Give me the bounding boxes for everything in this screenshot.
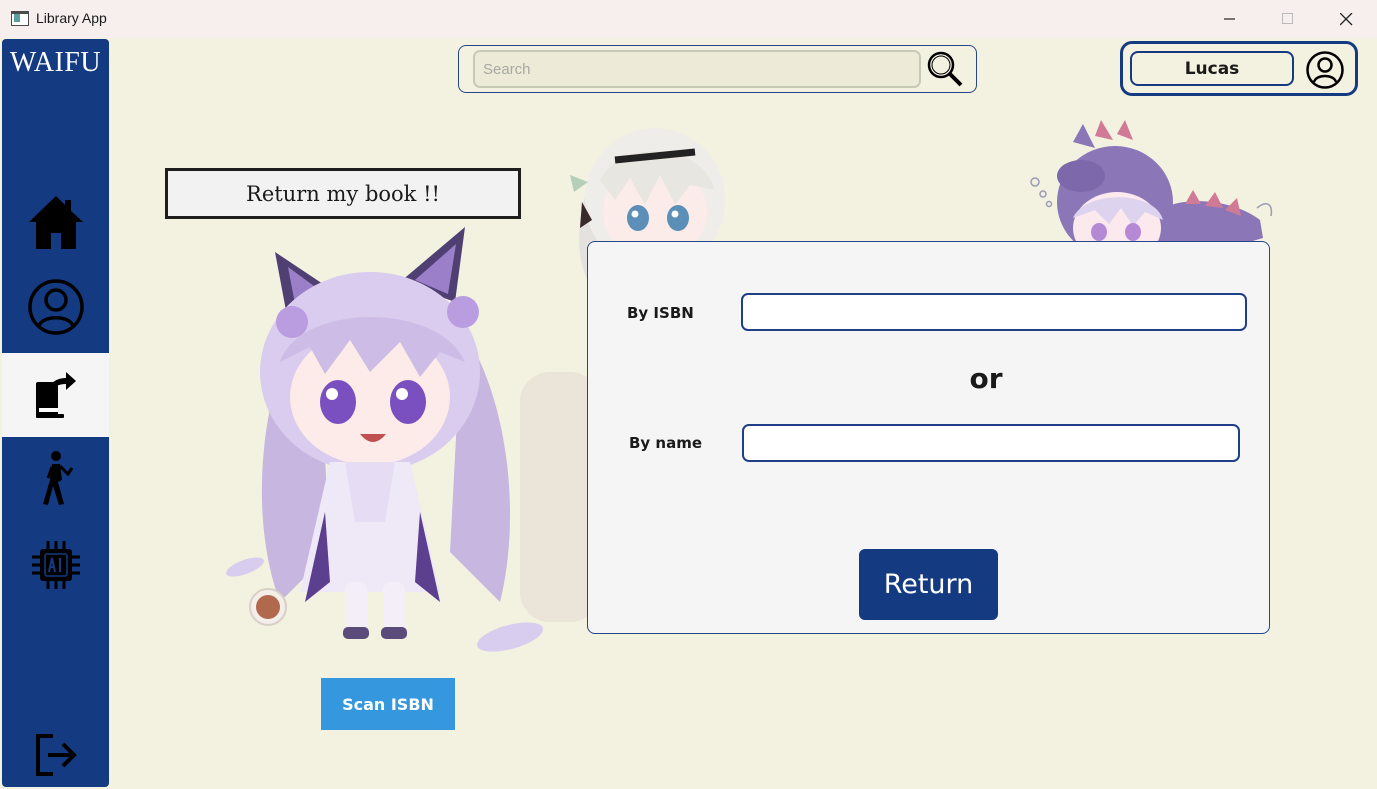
sidebar-item-profile[interactable] <box>2 265 109 349</box>
chibi-girl-illustration <box>226 227 600 652</box>
sidebar-item-activity[interactable] <box>2 437 109 521</box>
title-bar: Library App <box>0 0 1377 38</box>
search-input[interactable] <box>473 50 921 88</box>
minimize-button[interactable] <box>1201 0 1259 38</box>
isbn-input[interactable] <box>741 293 1247 331</box>
sidebar-item-logout[interactable] <box>2 713 109 789</box>
search-bar <box>458 45 977 93</box>
return-form-panel: By ISBN or By name Return <box>587 241 1270 634</box>
brand-logo: WAIFU <box>9 47 102 78</box>
book-return-icon <box>35 372 76 418</box>
sidebar-item-home[interactable] <box>2 181 109 265</box>
page-title: Return my book !! <box>165 168 521 219</box>
user-avatar-icon <box>1306 51 1344 89</box>
sidebar-item-ai[interactable] <box>2 523 109 607</box>
user-name-button[interactable]: Lucas <box>1130 51 1294 86</box>
search-button[interactable] <box>925 50 965 88</box>
account-button[interactable] <box>1305 50 1345 90</box>
book-name-input[interactable] <box>742 424 1240 462</box>
isbn-label: By ISBN <box>627 304 694 322</box>
search-icon <box>927 51 963 87</box>
or-separator: or <box>969 362 1003 395</box>
user-circle-icon <box>27 279 84 335</box>
window-title: Library App <box>36 10 107 26</box>
close-button[interactable] <box>1317 0 1375 38</box>
maximize-button[interactable] <box>1259 0 1317 38</box>
return-button[interactable]: Return <box>859 549 998 620</box>
logout-icon <box>35 734 77 776</box>
minimize-icon <box>1224 18 1235 20</box>
user-panel: Lucas <box>1120 41 1358 96</box>
ai-chip-icon <box>31 541 80 589</box>
app-window-icon <box>11 11 29 26</box>
walking-person-icon <box>42 451 73 505</box>
scan-isbn-button[interactable]: Scan ISBN <box>321 678 455 730</box>
maximize-icon <box>1282 13 1293 24</box>
sidebar-item-return-book[interactable] <box>2 353 109 437</box>
name-label: By name <box>629 434 703 452</box>
home-icon <box>28 196 83 249</box>
sidebar: WAIFU <box>2 39 109 787</box>
close-icon <box>1339 12 1352 25</box>
